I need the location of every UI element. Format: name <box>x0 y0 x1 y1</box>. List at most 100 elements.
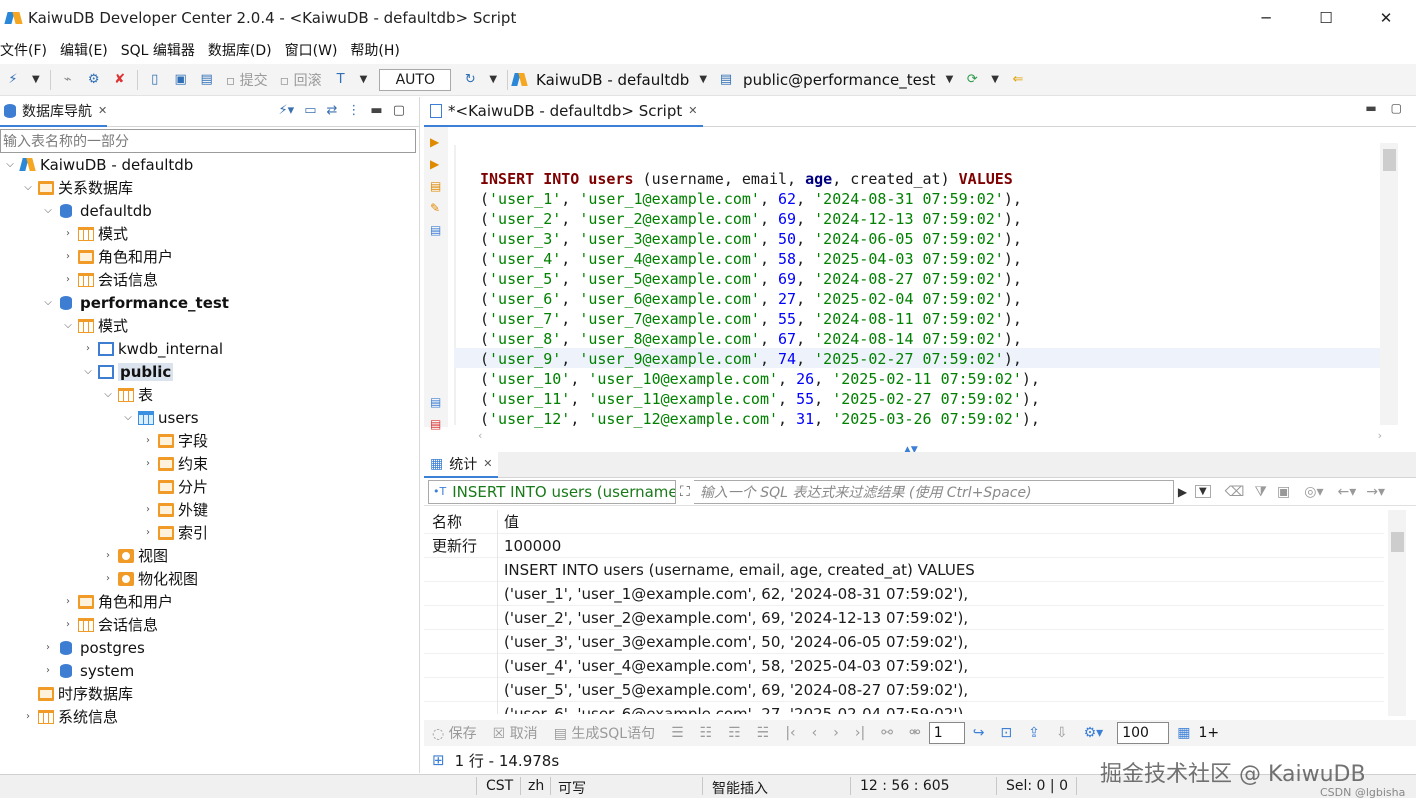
chevron-right-icon[interactable]: › <box>58 268 78 291</box>
chevron-right-icon[interactable]: › <box>58 590 78 613</box>
cancel-button[interactable]: ☒ 取消 <box>493 723 538 743</box>
table-filter-input[interactable]: 输入表名称的一部分 <box>0 129 416 153</box>
rollback-button[interactable]: ▫ 回滚 <box>280 70 322 90</box>
menu-sql-editor[interactable]: SQL 编辑器 <box>121 40 202 60</box>
close-icon[interactable]: ✕ <box>483 457 492 470</box>
forward-icon[interactable]: →▾ <box>1366 484 1385 500</box>
chevron-right-icon[interactable]: › <box>138 521 158 544</box>
cell-name[interactable] <box>424 581 498 606</box>
last-page-icon[interactable]: ›| <box>855 725 865 741</box>
cell-name[interactable] <box>424 629 498 654</box>
chevron-right-icon[interactable]: › <box>138 498 158 521</box>
maximize-panel-icon[interactable]: ▢ <box>1391 101 1402 115</box>
chevron-right-icon[interactable]: › <box>58 245 78 268</box>
menu-help[interactable]: 帮助(H) <box>350 40 406 60</box>
transaction-mode-icon[interactable]: T <box>332 71 350 89</box>
cell-name[interactable] <box>424 701 498 714</box>
tree-node-performance-test[interactable]: ⌵ performance_test <box>0 291 420 314</box>
cell-name[interactable]: 更新行 <box>424 533 498 558</box>
cell-value[interactable]: ('user_4', 'user_4@example.com', 58, '20… <box>498 654 968 678</box>
edit-row-icon[interactable]: ☰ <box>671 725 684 741</box>
cell-name[interactable] <box>424 677 498 702</box>
tree-node-users-table[interactable]: ⌵ users <box>0 406 420 429</box>
execute-new-tab-icon[interactable]: ▤ <box>430 179 442 193</box>
chevron-right-icon[interactable]: › <box>58 613 78 636</box>
filter-history-dropdown[interactable]: ▼ <box>1195 485 1211 498</box>
menu-edit[interactable]: 编辑(E) <box>60 40 115 60</box>
chevron-right-icon[interactable]: › <box>38 659 58 682</box>
apply-filter-icon[interactable]: ▶ <box>1178 485 1187 499</box>
back-icon[interactable]: ←▾ <box>1338 484 1357 500</box>
cell-value[interactable]: 100000 <box>498 534 561 558</box>
tab-statistics[interactable]: ▦ 统计 ✕ <box>424 451 499 478</box>
disconnect-icon[interactable]: ✘ <box>111 71 129 89</box>
cell-value[interactable]: ('user_5', 'user_5@example.com', 69, '20… <box>498 678 968 702</box>
new-folder-icon[interactable]: ▭ <box>304 103 316 118</box>
table-row[interactable]: ('user_4', 'user_4@example.com', 58, '20… <box>424 653 1384 678</box>
chevron-right-icon[interactable]: › <box>78 337 98 360</box>
first-page-icon[interactable]: |‹ <box>785 725 795 741</box>
tree-node-materialized-views[interactable]: › 物化视图 <box>0 567 420 590</box>
execute-script-icon[interactable]: ▶ <box>430 157 442 171</box>
tree-node-partitions[interactable]: 分片 <box>0 475 420 498</box>
menu-file[interactable]: 文件(F) <box>0 40 54 60</box>
chevron-down-icon[interactable]: ⌵ <box>118 406 138 429</box>
chevron-right-icon[interactable]: › <box>138 429 158 452</box>
tree-node-schemas[interactable]: › 模式 <box>0 222 420 245</box>
cell-name[interactable] <box>424 605 498 630</box>
table-row[interactable]: ('user_2', 'user_2@example.com', 69, '20… <box>424 605 1384 630</box>
execute-statement-icon[interactable]: ▶ <box>430 135 442 149</box>
tab-database-navigator[interactable]: 数据库导航 ✕ <box>0 97 108 127</box>
close-icon[interactable]: ✕ <box>688 104 697 117</box>
scrollbar-thumb[interactable] <box>1391 532 1404 552</box>
scroll-left-icon[interactable]: ‹ <box>478 429 482 442</box>
prev-page-icon[interactable]: ‹ <box>812 725 818 741</box>
scroll-right-icon[interactable]: › <box>1378 429 1382 442</box>
table-row[interactable]: ('user_5', 'user_5@example.com', 69, '20… <box>424 677 1384 702</box>
fetch-next-button[interactable]: 1+ <box>1198 725 1219 741</box>
connect-icon[interactable]: ⌁ <box>59 71 77 89</box>
minimize-button[interactable]: ─ <box>1236 0 1296 36</box>
export-data-icon[interactable]: ⇪ <box>1028 725 1040 741</box>
chevron-right-icon[interactable]: › <box>98 567 118 590</box>
generate-sql-button[interactable]: ▤ 生成SQL语句 <box>554 723 655 743</box>
save-filter-icon[interactable]: ▣ <box>1277 484 1290 500</box>
tree-node-roles[interactable]: › 角色和用户 <box>0 245 420 268</box>
delete-row-icon[interactable]: ☵ <box>757 725 770 741</box>
new-connection-icon[interactable]: ⚡ <box>4 71 22 89</box>
page-number-input[interactable]: 1 <box>928 722 965 744</box>
expand-icon[interactable]: ⛶ <box>680 484 690 500</box>
tree-node-schemas[interactable]: ⌵ 模式 <box>0 314 420 337</box>
fetch-icon[interactable]: ▦ <box>1177 725 1190 741</box>
settings-icon[interactable]: ⚙▾ <box>1084 725 1104 741</box>
chevron-down-icon[interactable]: ▼ <box>32 74 40 85</box>
chevron-down-icon[interactable]: ⌵ <box>0 153 20 176</box>
tab-script[interactable]: *<KaiwuDB - defaultdb> Script ✕ <box>424 97 704 127</box>
tree-node-roles[interactable]: › 角色和用户 <box>0 590 420 613</box>
chevron-right-icon[interactable]: › <box>18 705 38 728</box>
tree-node-constraints[interactable]: › 约束 <box>0 452 420 475</box>
back-arrow-icon[interactable]: ⇐ <box>1009 71 1027 89</box>
table-row[interactable]: INSERT INTO users (username, email, age,… <box>424 557 1384 582</box>
menu-database[interactable]: 数据库(D) <box>208 40 279 60</box>
table-row[interactable]: 更新行 100000 <box>424 533 1384 558</box>
unlink-icon[interactable]: ⚮ <box>909 725 921 741</box>
cell-value[interactable]: ('user_6', 'user_6@example.com', 27, '20… <box>498 702 963 715</box>
tree-node-foreign-keys[interactable]: › 外键 <box>0 498 420 521</box>
link-icon[interactable]: ⚯ <box>881 725 893 741</box>
export-icon[interactable]: ▤ <box>430 395 442 409</box>
add-row-icon[interactable]: ☷ <box>700 725 713 741</box>
tree-node-tables[interactable]: ⌵ 表 <box>0 383 420 406</box>
chevron-down-icon[interactable]: ▼ <box>360 74 368 85</box>
load-plan-icon[interactable]: ▤ <box>430 223 442 237</box>
tree-node-system[interactable]: › system <box>0 659 420 682</box>
table-row[interactable]: ('user_1', 'user_1@example.com', 62, '20… <box>424 581 1384 606</box>
cell-value[interactable]: ('user_3', 'user_3@example.com', 50, '20… <box>498 630 968 654</box>
close-button[interactable]: ✕ <box>1356 0 1416 36</box>
menu-window[interactable]: 窗口(W) <box>285 40 345 60</box>
chevron-down-icon[interactable]: ⌵ <box>18 176 38 199</box>
cell-value[interactable]: INSERT INTO users (username, email, age,… <box>498 558 975 582</box>
next-page-icon[interactable]: › <box>833 725 839 741</box>
tree-node-postgres[interactable]: › postgres <box>0 636 420 659</box>
close-icon[interactable]: ✕ <box>98 104 107 117</box>
